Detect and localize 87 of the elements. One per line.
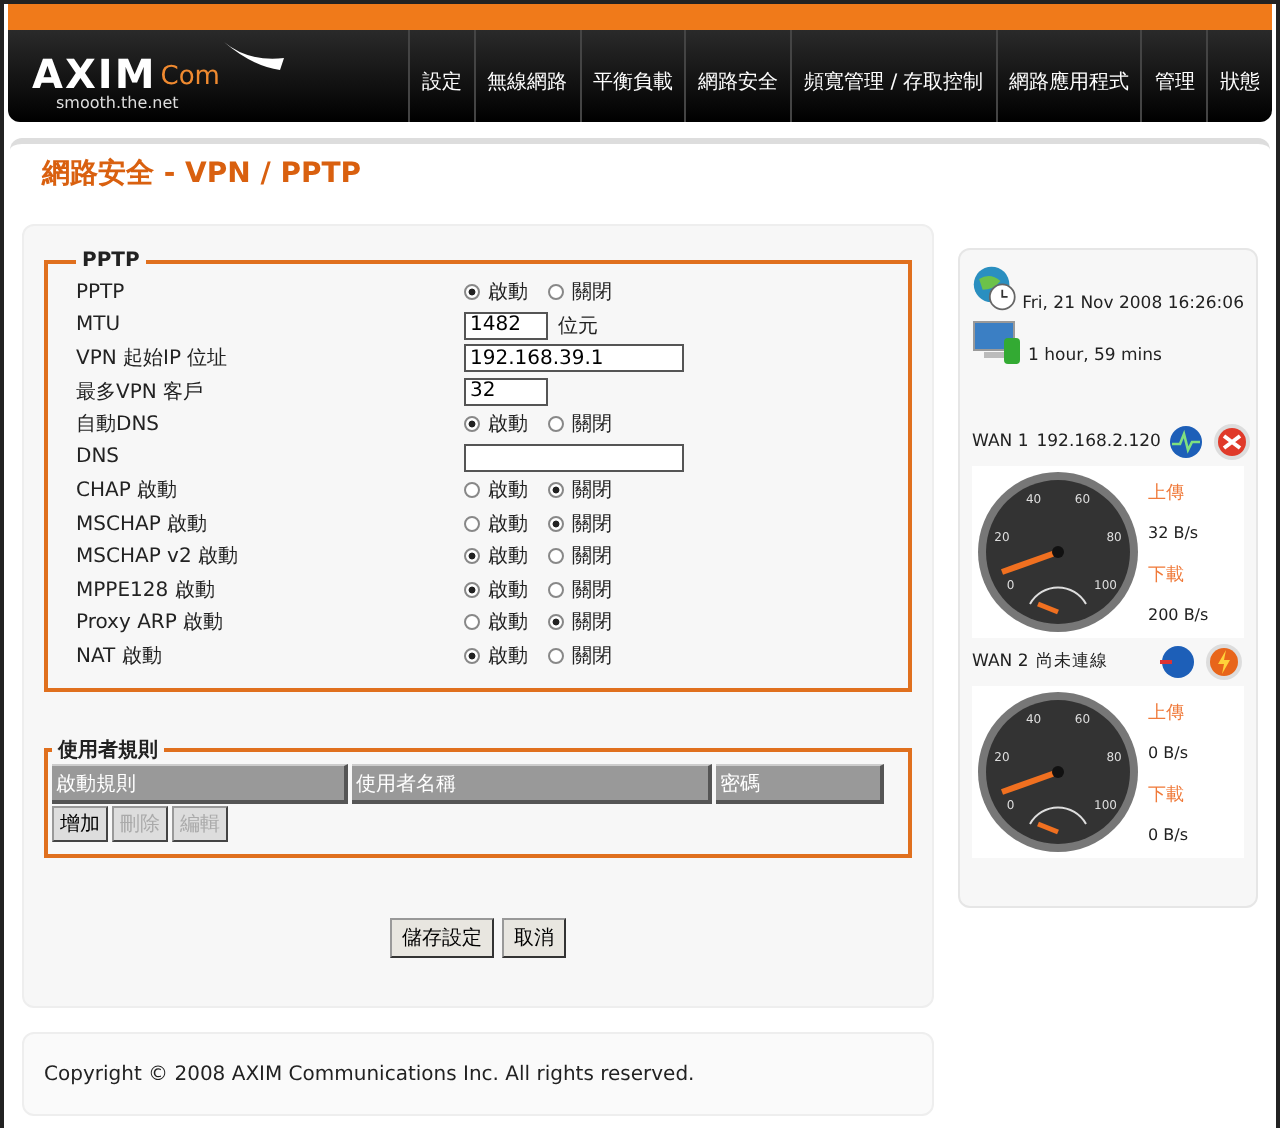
- radio-option[interactable]: 關閉: [548, 641, 628, 670]
- radio-icon[interactable]: [548, 548, 564, 565]
- radio-icon[interactable]: [548, 515, 564, 532]
- upload-label: 上傳: [1148, 481, 1186, 506]
- download-label: 下載: [1148, 783, 1186, 808]
- radio-option[interactable]: 啟動: [464, 575, 544, 604]
- radio-icon[interactable]: [464, 515, 480, 532]
- download-rate: 200 B/s: [1148, 606, 1209, 625]
- uptime: 1 hour, 59 mins: [1028, 346, 1162, 366]
- field-label: 自動DNS: [76, 412, 162, 439]
- radio-icon[interactable]: [464, 548, 480, 565]
- field-label: CHAP 啟動: [76, 478, 180, 505]
- input-field[interactable]: [464, 443, 684, 472]
- radio-option[interactable]: 關閉: [548, 575, 628, 604]
- field-label: MPPE128 啟動: [76, 577, 217, 604]
- radio-icon[interactable]: [464, 482, 480, 499]
- radio-option[interactable]: 啟動: [464, 410, 544, 439]
- rule-button[interactable]: 增加: [52, 806, 108, 842]
- field-label: DNS: [76, 446, 122, 469]
- upload-label: 上傳: [1148, 701, 1186, 726]
- input-field[interactable]: 192.168.39.1: [464, 344, 684, 373]
- copyright-text: Copyright © 2008 AXIM Communications Inc. All rights reserved.: [44, 1063, 695, 1085]
- radio-option[interactable]: 關閉: [548, 278, 628, 307]
- globe-wave-icon[interactable]: [1168, 424, 1205, 460]
- nav-menu-item[interactable]: 網路安全: [684, 30, 791, 122]
- radio-option[interactable]: 啟動: [464, 641, 544, 670]
- date-time: Fri, 21 Nov 2008 16:26:06: [1022, 294, 1244, 314]
- download-rate: 0 B/s: [1148, 826, 1188, 845]
- radio-option[interactable]: 關閉: [548, 476, 628, 505]
- input-field[interactable]: 1482: [464, 311, 548, 340]
- upload-rate: 32 B/s: [1148, 524, 1201, 543]
- radio-option[interactable]: 關閉: [548, 509, 628, 538]
- radio-icon[interactable]: [548, 416, 564, 433]
- nav-menu-item[interactable]: 頻寬管理 / 存取控制: [790, 30, 996, 122]
- nav-menu-item[interactable]: 無線網路: [473, 30, 580, 122]
- wan-address: 尚未連線: [1036, 650, 1111, 674]
- wan-name: WAN 1: [972, 432, 1029, 452]
- field-label: 最多VPN 客戶: [76, 379, 206, 406]
- radio-option[interactable]: 關閉: [548, 608, 628, 637]
- disconnect-icon[interactable]: [1212, 422, 1253, 462]
- radio-option[interactable]: 啟動: [464, 509, 544, 538]
- computer-plug-icon: [972, 318, 1024, 366]
- nav-menu-item[interactable]: 設定: [408, 30, 474, 122]
- radio-icon[interactable]: [464, 416, 480, 433]
- action-button[interactable]: 儲存設定: [390, 918, 494, 958]
- nav-menu-item[interactable]: 管理: [1140, 30, 1207, 122]
- action-button[interactable]: 取消: [502, 918, 566, 958]
- field-label: MSCHAP v2 啟動: [76, 544, 240, 571]
- upload-rate: 0 B/s: [1148, 744, 1188, 763]
- field-label: MTU: [76, 314, 123, 337]
- field-label: VPN 起始IP 位址: [76, 345, 230, 373]
- page-title: 網路安全 - VPN / PPTP: [42, 156, 364, 192]
- globe-clock-icon: [972, 262, 1019, 314]
- radio-option[interactable]: 啟動: [464, 542, 544, 571]
- input-field[interactable]: 32: [464, 377, 548, 406]
- nav-menu-item[interactable]: 網路應用程式: [995, 30, 1141, 122]
- wan-name: WAN 2: [972, 652, 1029, 672]
- radio-icon[interactable]: [548, 284, 564, 301]
- field-label: MSCHAP 啟動: [76, 511, 210, 538]
- download-label: 下載: [1148, 563, 1186, 588]
- logo-text: AXIM: [32, 53, 157, 93]
- radio-icon[interactable]: [548, 482, 564, 499]
- nav-menu-item[interactable]: 狀態: [1206, 30, 1272, 122]
- nav-menu-item[interactable]: 平衡負載: [579, 30, 685, 122]
- radio-option[interactable]: 啟動: [464, 476, 544, 505]
- logo-tagline: smooth.the.net: [56, 93, 181, 111]
- group-legend: PPTP: [76, 250, 146, 272]
- radio-option[interactable]: 關閉: [548, 542, 628, 571]
- unit-label: 位元: [558, 313, 598, 340]
- radio-option[interactable]: 啟動: [464, 608, 544, 637]
- bird-logo-icon: [223, 41, 284, 73]
- radio-icon[interactable]: [464, 647, 480, 664]
- field-label: Proxy ARP 啟動: [76, 610, 226, 637]
- wan-address: 192.168.2.120: [1036, 432, 1161, 452]
- field-label: NAT 啟動: [76, 643, 164, 670]
- field-label: PPTP: [76, 281, 127, 304]
- radio-icon[interactable]: [548, 647, 564, 664]
- logo-suffix: Com: [160, 61, 220, 93]
- group-legend: 使用者規則: [52, 736, 164, 764]
- radio-icon[interactable]: [464, 284, 480, 301]
- radio-icon[interactable]: [464, 614, 480, 631]
- radio-icon[interactable]: [464, 581, 480, 598]
- power-icon[interactable]: [1204, 642, 1244, 682]
- radio-option[interactable]: 關閉: [548, 410, 628, 439]
- radio-icon[interactable]: [548, 581, 564, 598]
- radio-option[interactable]: 啟動: [464, 278, 544, 307]
- radio-icon[interactable]: [548, 614, 564, 631]
